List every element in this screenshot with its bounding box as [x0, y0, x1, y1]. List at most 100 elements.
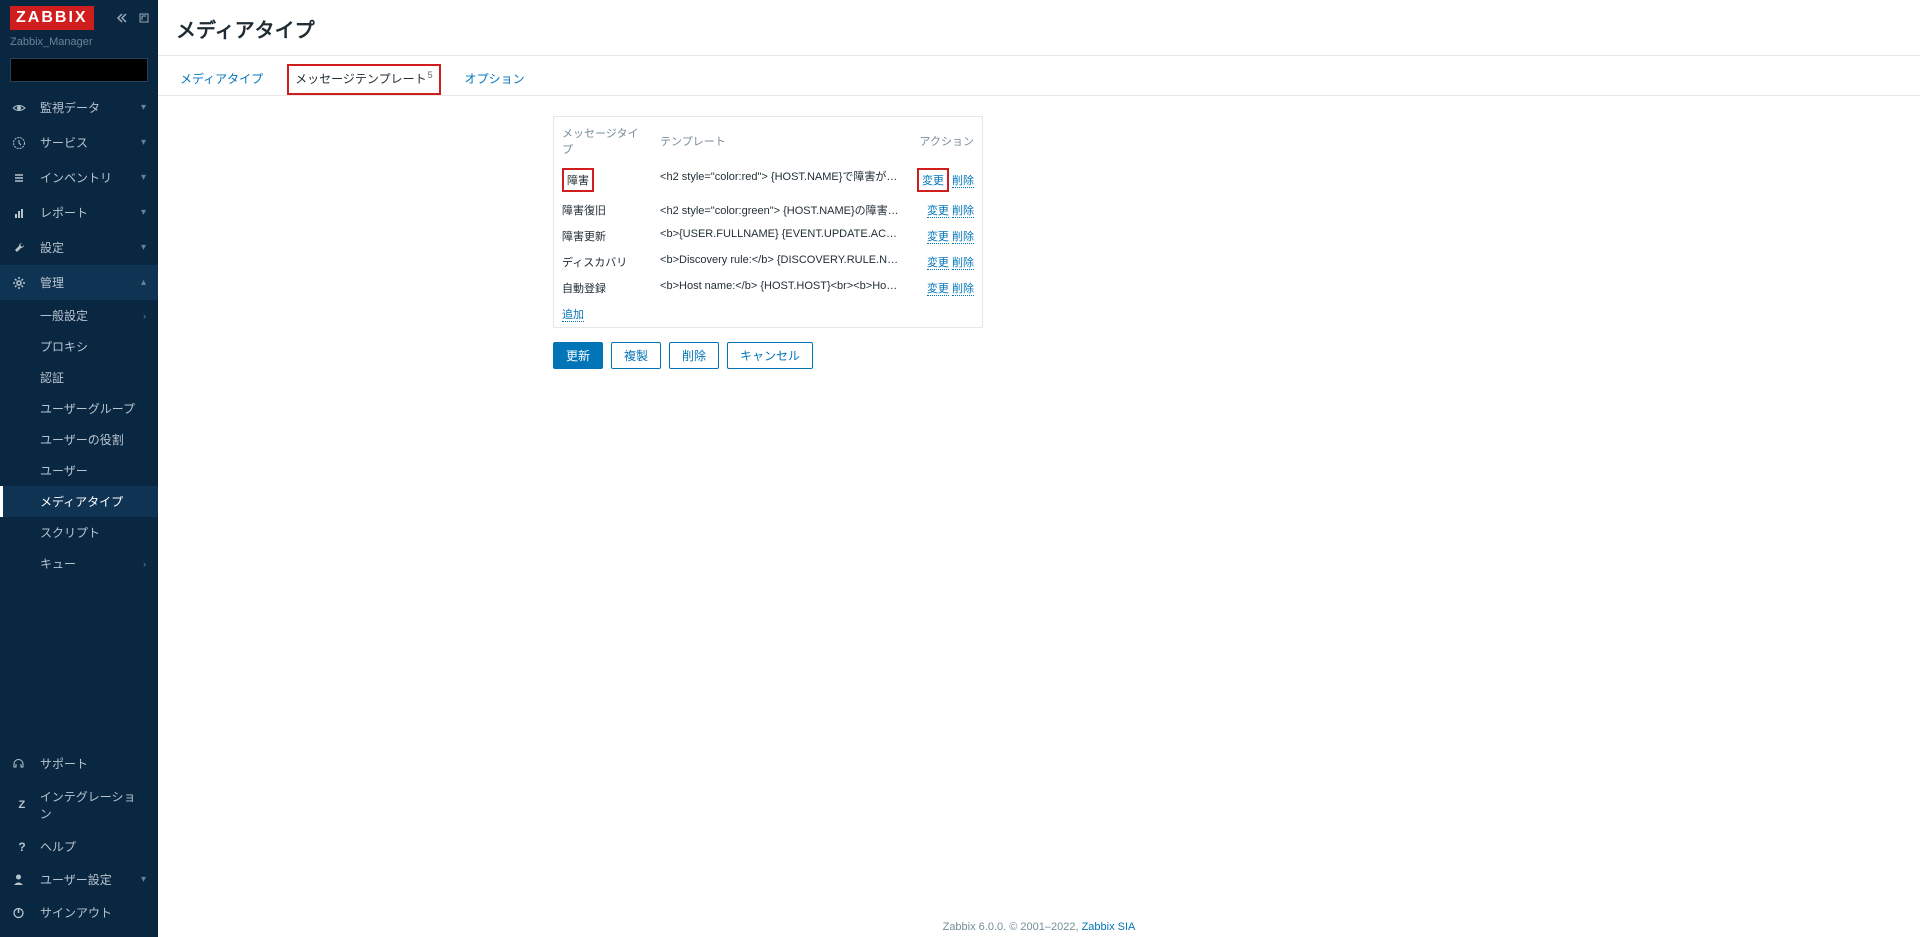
page-title: メディアタイプ [176, 14, 1902, 43]
tab-options[interactable]: オプション [461, 64, 529, 95]
footer-label: サインアウト [40, 904, 112, 921]
change-link[interactable]: 変更 [927, 205, 949, 218]
msgtype-update: 障害更新 [554, 223, 652, 249]
tab-label: メッセージテンプレート [295, 72, 426, 86]
tabs: メディアタイプ メッセージテンプレート5 オプション [158, 56, 1920, 96]
add-link[interactable]: 追加 [562, 309, 584, 322]
admin-subnav: 一般設定 › プロキシ 認証 ユーザーグループ ユーザーの役割 ユーザー メディア… [0, 300, 158, 579]
delete-link[interactable]: 削除 [952, 175, 974, 188]
footer-usersettings[interactable]: ユーザー設定 ▾ [0, 863, 158, 896]
footer-prefix: Zabbix 6.0.0. © 2001–2022, [943, 921, 1082, 933]
delete-link[interactable]: 削除 [952, 283, 974, 296]
footer-signout[interactable]: サインアウト [0, 896, 158, 929]
power-icon [12, 906, 32, 919]
footer-help[interactable]: ? ヘルプ [0, 830, 158, 863]
eye-icon [12, 101, 32, 115]
sidebar-header: ZABBIX [0, 0, 158, 30]
nav-reports[interactable]: レポート ▾ [0, 195, 158, 230]
chevron-right-icon: › [143, 311, 146, 321]
sidebar-controls [116, 12, 150, 24]
sub-label: キュー [40, 555, 76, 572]
sub-usergroups[interactable]: ユーザーグループ [0, 393, 158, 424]
footer-link[interactable]: Zabbix SIA [1082, 921, 1136, 933]
msgtype-discovery: ディスカバリ [554, 249, 652, 275]
col-template: テンプレート [652, 117, 907, 163]
sub-auth[interactable]: 認証 [0, 362, 158, 393]
sub-users[interactable]: ユーザー [0, 455, 158, 486]
sub-label: 一般設定 [40, 307, 88, 324]
search-wrap [0, 58, 158, 90]
template-text: <b>Host name:</b> {HOST.HOST}<br><b>Host… [652, 275, 907, 301]
sub-proxy[interactable]: プロキシ [0, 331, 158, 362]
footer-label: ユーザー設定 [40, 871, 112, 888]
sidebar: ZABBIX Zabbix_Manager 監視データ [0, 0, 158, 937]
msgtype-autoreg: 自動登録 [554, 275, 652, 301]
nav-label: 監視データ [40, 99, 141, 116]
footer-label: インテグレーション [40, 788, 146, 822]
sub-userroles[interactable]: ユーザーの役割 [0, 424, 158, 455]
table-header-row: メッセージタイプ テンプレート アクション [554, 117, 982, 163]
footer-support[interactable]: サポート [0, 747, 158, 780]
logo: ZABBIX [10, 6, 94, 30]
table-row: 自動登録 <b>Host name:</b> {HOST.HOST}<br><b… [554, 275, 982, 301]
question-icon: ? [12, 840, 32, 854]
delete-button[interactable]: 削除 [669, 342, 719, 369]
nav-services[interactable]: サービス ▾ [0, 125, 158, 160]
sub-label: メディアタイプ [40, 493, 123, 510]
chevron-down-icon: ▾ [141, 874, 146, 885]
wrench-icon [12, 241, 32, 255]
change-link[interactable]: 変更 [927, 283, 949, 296]
sub-queue[interactable]: キュー › [0, 548, 158, 579]
col-type: メッセージタイプ [554, 117, 652, 163]
sub-label: プロキシ [40, 338, 88, 355]
nav-config[interactable]: 設定 ▾ [0, 230, 158, 265]
sub-mediatypes[interactable]: メディアタイプ [0, 486, 158, 517]
table-row: 障害復旧 <h2 style="color:green"> {HOST.NAME… [554, 197, 982, 223]
page-header: メディアタイプ [158, 0, 1920, 56]
search-input[interactable] [11, 59, 178, 81]
delete-link[interactable]: 削除 [952, 205, 974, 218]
tab-mediatype[interactable]: メディアタイプ [176, 64, 267, 95]
main-nav: 監視データ ▾ サービス ▾ インベントリ ▾ レポート ▾ 設定 ▾ [0, 90, 158, 739]
clone-button[interactable]: 複製 [611, 342, 661, 369]
delete-link[interactable]: 削除 [952, 231, 974, 244]
collapse-icon[interactable] [116, 12, 128, 24]
change-link[interactable]: 変更 [917, 168, 949, 192]
templates-table: メッセージタイプ テンプレート アクション 障害 <h2 style="colo… [553, 116, 983, 328]
template-text: <b>Discovery rule:</b> {DISCOVERY.RULE.N… [652, 249, 907, 275]
change-link[interactable]: 変更 [927, 257, 949, 270]
sub-scripts[interactable]: スクリプト [0, 517, 158, 548]
nav-admin[interactable]: 管理 ▴ [0, 265, 158, 300]
sub-label: ユーザー [40, 462, 88, 479]
z-icon: Z [12, 799, 32, 811]
list-icon [12, 171, 32, 185]
nav-label: レポート [40, 204, 141, 221]
template-text: <h2 style="color:red"> {HOST.NAME}で障害が発生… [652, 163, 907, 197]
main-area: メディアタイプ メディアタイプ メッセージテンプレート5 オプション メッセージ… [158, 0, 1920, 937]
sub-general[interactable]: 一般設定 › [0, 300, 158, 331]
gear-icon [12, 276, 32, 290]
chevron-right-icon: › [143, 559, 146, 569]
chevron-down-icon: ▾ [141, 207, 146, 218]
msgtype-problem: 障害 [562, 168, 594, 192]
expand-icon[interactable] [138, 12, 150, 24]
delete-link[interactable]: 削除 [952, 257, 974, 270]
page-footer: Zabbix 6.0.0. © 2001–2022, Zabbix SIA [158, 921, 1920, 933]
footer-integrations[interactable]: Z インテグレーション [0, 780, 158, 830]
col-action: アクション [907, 117, 982, 163]
change-link[interactable]: 変更 [927, 231, 949, 244]
sub-label: スクリプト [40, 524, 100, 541]
sub-label: ユーザーの役割 [40, 431, 124, 448]
cancel-button[interactable]: キャンセル [727, 342, 813, 369]
nav-inventory[interactable]: インベントリ ▾ [0, 160, 158, 195]
msgtype-recovery: 障害復旧 [554, 197, 652, 223]
chevron-down-icon: ▾ [141, 242, 146, 253]
tab-message-templates[interactable]: メッセージテンプレート5 [287, 64, 440, 95]
table-row: 障害更新 <b>{USER.FULLNAME} {EVENT.UPDATE.AC… [554, 223, 982, 249]
add-row: 追加 [554, 301, 982, 327]
chevron-down-icon: ▾ [141, 102, 146, 113]
clock-icon [12, 136, 32, 150]
update-button[interactable]: 更新 [553, 342, 603, 369]
chart-icon [12, 206, 32, 220]
nav-monitoring[interactable]: 監視データ ▾ [0, 90, 158, 125]
